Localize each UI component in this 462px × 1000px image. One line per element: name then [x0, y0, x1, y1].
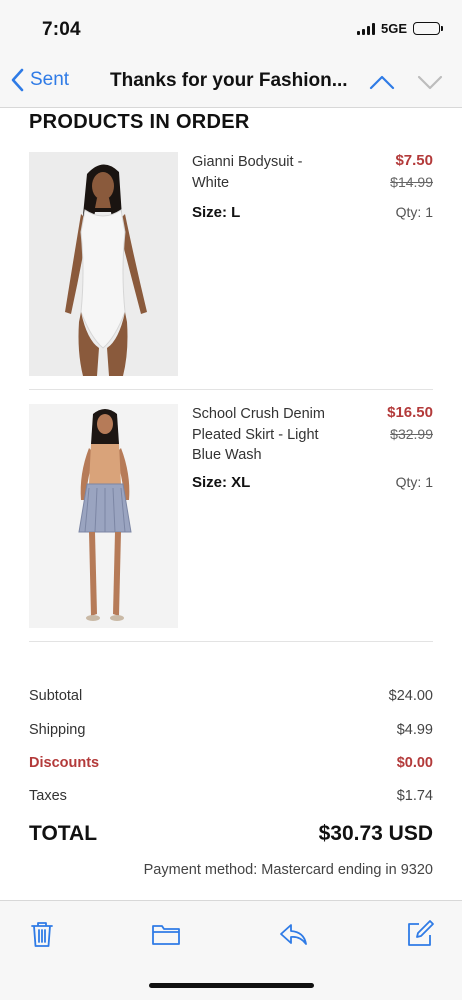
status-indicators: 5GE — [356, 21, 443, 36]
folder-icon[interactable] — [151, 919, 181, 949]
email-body: PRODUCTS IN ORDER Gianni Bodysuit - Whit… — [0, 108, 462, 900]
subtotal-label: Subtotal — [29, 688, 83, 704]
nav-bar: Sent Thanks for your Fashion... — [0, 56, 462, 108]
divider — [29, 389, 433, 390]
network-type: 5GE — [380, 21, 407, 36]
product-image-skirt[interactable] — [29, 404, 178, 628]
chevron-up-icon[interactable] — [368, 70, 396, 94]
product-sale-price: $7.50 — [395, 152, 433, 169]
shipping-label: Shipping — [29, 722, 86, 738]
payment-method: Payment method: Mastercard ending in 932… — [143, 862, 433, 878]
product-name[interactable]: Gianni Bodysuit - White — [192, 152, 342, 193]
product-size: Size: L — [192, 204, 241, 221]
total-label: TOTAL — [29, 822, 98, 845]
product-item: School Crush Denim Pleated Skirt - Light… — [29, 404, 433, 629]
product-original-price: $32.99 — [390, 426, 433, 442]
battery-icon — [413, 22, 443, 35]
compose-icon[interactable] — [405, 919, 435, 949]
product-image-bodysuit[interactable] — [29, 152, 178, 376]
divider — [29, 641, 433, 642]
back-label: Sent — [30, 69, 70, 90]
product-original-price: $14.99 — [390, 174, 433, 190]
email-subject: Thanks for your Fashion... — [110, 70, 348, 91]
chevron-left-icon — [11, 68, 24, 92]
product-name[interactable]: School Crush Denim Pleated Skirt - Light… — [192, 404, 342, 466]
chevron-down-icon[interactable] — [416, 70, 444, 94]
shipping-value: $4.99 — [396, 722, 433, 738]
signal-icon — [356, 22, 375, 35]
taxes-label: Taxes — [29, 788, 67, 804]
product-item: Gianni Bodysuit - White $7.50 $14.99 Siz… — [29, 152, 433, 377]
status-time: 7:04 — [42, 19, 81, 40]
discounts-value: $0.00 — [396, 755, 433, 771]
status-bar: 7:04 5GE — [0, 0, 462, 56]
home-indicator[interactable] — [149, 983, 314, 988]
product-qty: Qty: 1 — [395, 474, 433, 490]
trash-icon[interactable] — [27, 919, 57, 949]
product-qty: Qty: 1 — [395, 204, 433, 220]
reply-icon[interactable] — [278, 919, 308, 949]
subtotal-value: $24.00 — [388, 688, 433, 704]
discounts-label: Discounts — [29, 755, 100, 771]
total-value: $30.73 USD — [318, 822, 433, 845]
product-size: Size: XL — [192, 474, 251, 491]
section-title: PRODUCTS IN ORDER — [29, 111, 250, 133]
back-button[interactable]: Sent — [10, 68, 69, 92]
product-sale-price: $16.50 — [387, 404, 433, 421]
taxes-value: $1.74 — [396, 788, 433, 804]
